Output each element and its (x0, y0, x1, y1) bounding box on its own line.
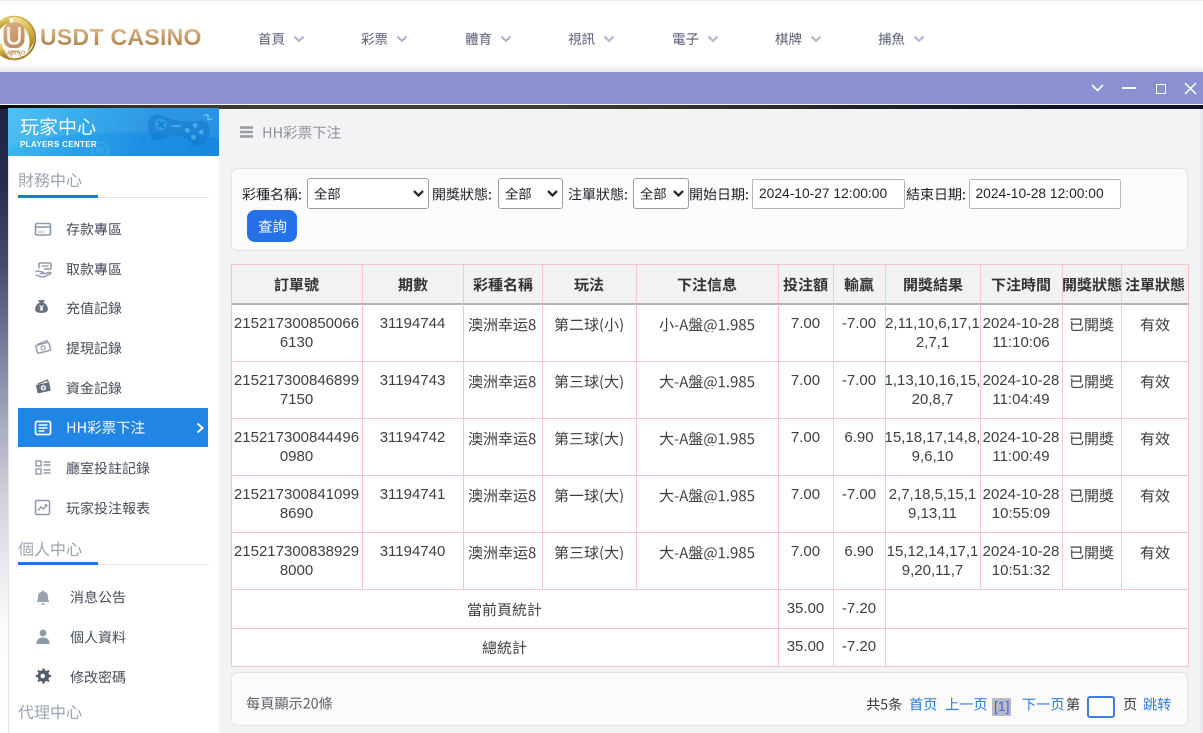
svg-text:CASINO: CASINO (3, 51, 26, 57)
